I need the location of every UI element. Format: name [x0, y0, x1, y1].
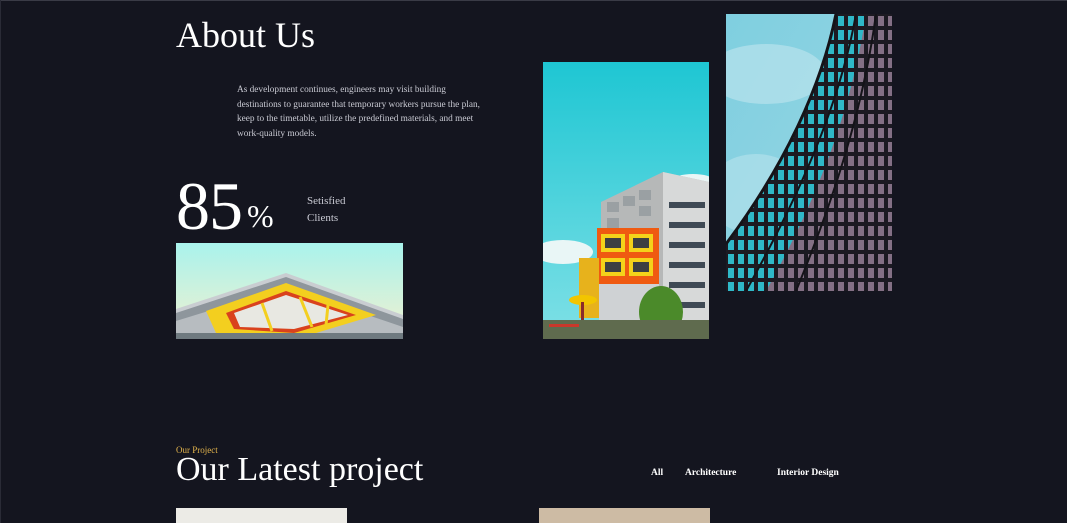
stat-number: 85 [176, 168, 243, 244]
project-card[interactable] [176, 508, 347, 523]
about-description: As development continues, engineers may … [237, 85, 480, 139]
filter-architecture[interactable]: Architecture [685, 467, 736, 479]
building-roof-image [176, 243, 403, 339]
top-border [0, 0, 1067, 1]
building-photo-colorful [543, 62, 709, 339]
left-border [0, 0, 1, 523]
building-photo-curved [726, 14, 892, 291]
colorful-building-image [543, 62, 709, 339]
about-title: About Us [176, 15, 316, 55]
stat-label: Setisfied Clients [307, 195, 346, 224]
stat-unit: % [247, 198, 274, 234]
project-card[interactable] [539, 508, 710, 523]
filter-all[interactable]: All [651, 467, 663, 479]
filter-interior-design[interactable]: Interior Design [777, 467, 839, 479]
curved-facade-image [726, 14, 892, 291]
building-photo-roof [176, 243, 403, 339]
projects-title: Our Latest project [176, 451, 424, 488]
